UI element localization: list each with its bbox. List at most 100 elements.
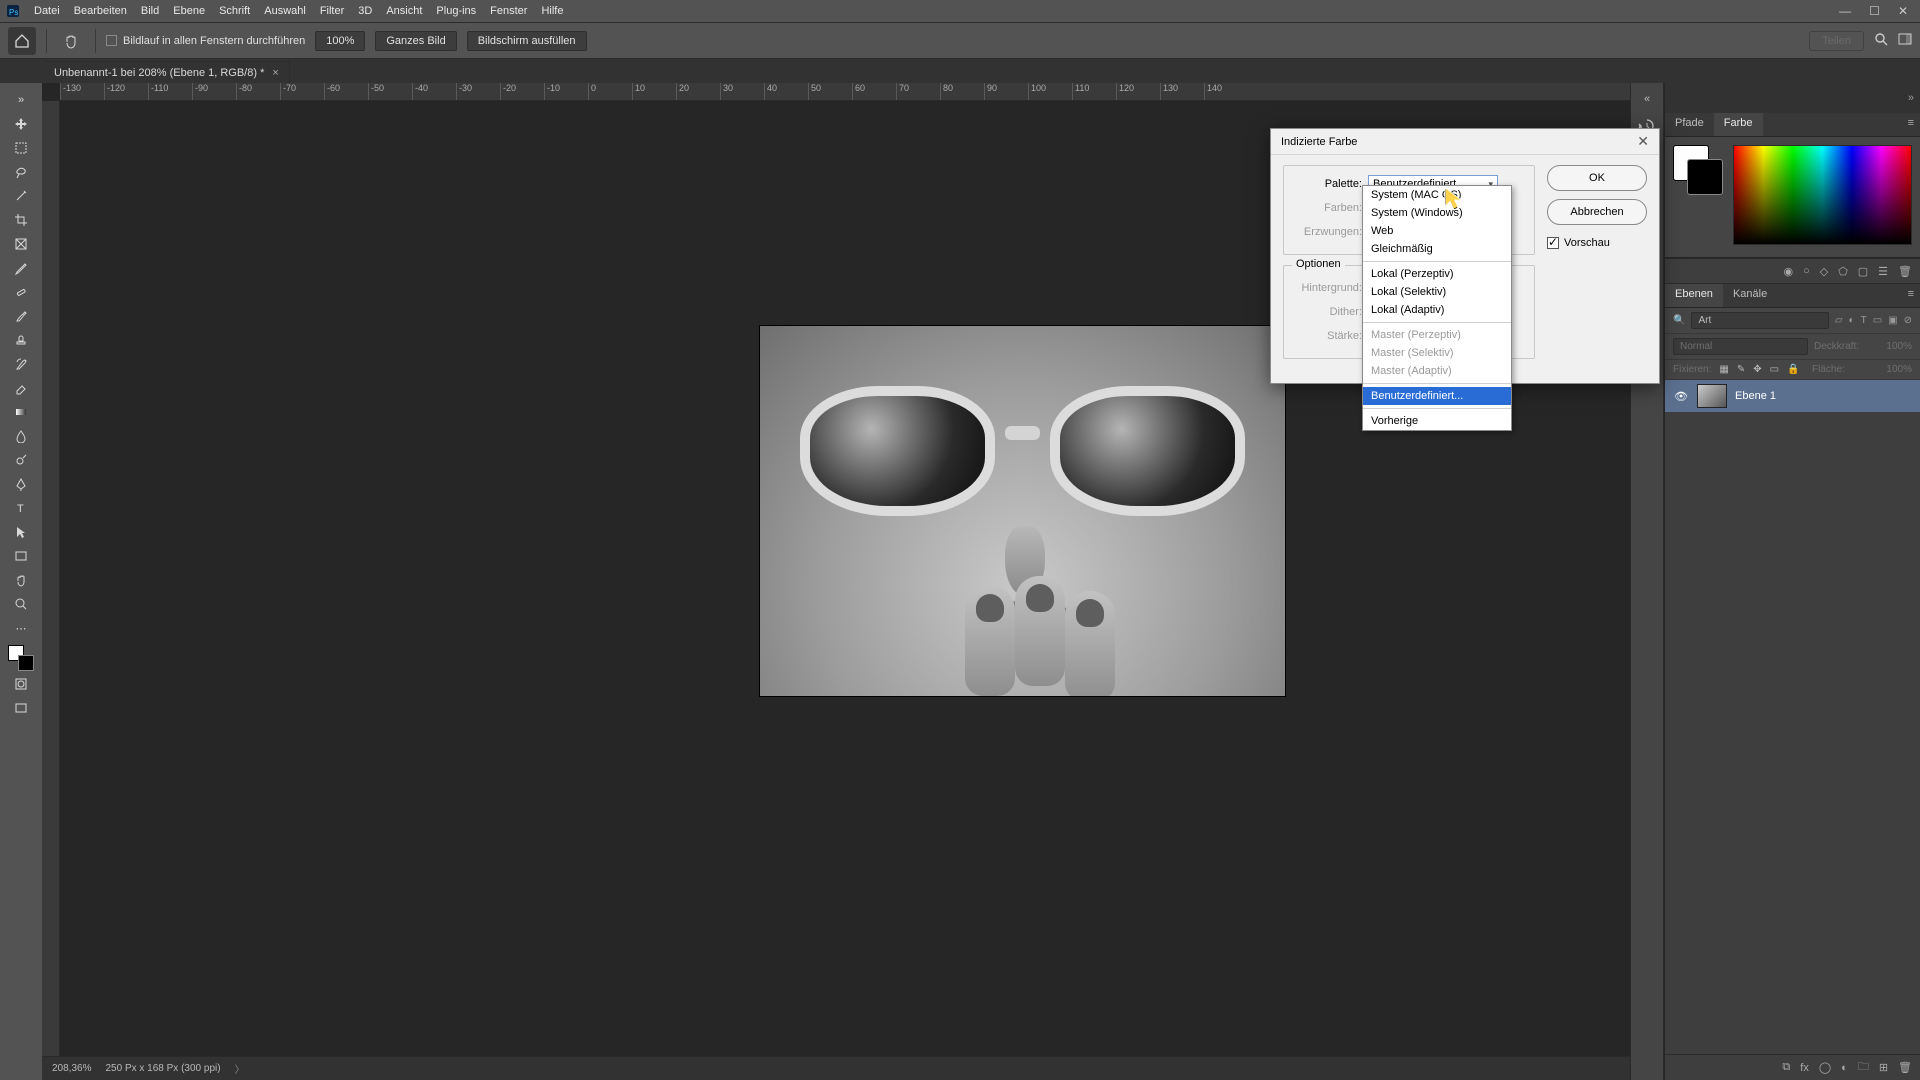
filter-type-icon[interactable]: T — [1861, 315, 1867, 326]
search-icon[interactable] — [1874, 32, 1888, 49]
square-icon[interactable]: ▢ — [1858, 265, 1868, 278]
menu-auswahl[interactable]: Auswahl — [264, 5, 306, 17]
home-button[interactable] — [8, 27, 36, 55]
screenmode-icon[interactable] — [10, 697, 32, 719]
dropdown-option[interactable]: Vorherige — [1363, 412, 1511, 430]
menu-datei[interactable]: Datei — [34, 5, 60, 17]
rectangle-tool-icon[interactable] — [10, 545, 32, 567]
brush-tool-icon[interactable] — [10, 305, 32, 327]
dropdown-option[interactable]: System (Windows) — [1363, 204, 1511, 222]
layer-thumbnail[interactable] — [1697, 384, 1727, 408]
new-layer-icon[interactable]: ⊞ — [1879, 1061, 1888, 1074]
fill-value[interactable]: 100% — [1868, 364, 1912, 375]
dodge-tool-icon[interactable] — [10, 449, 32, 471]
dropdown-option[interactable]: Gleichmäßig — [1363, 240, 1511, 258]
filter-smart-icon[interactable]: ▣ — [1888, 315, 1897, 326]
gradient-tool-icon[interactable] — [10, 401, 32, 423]
tab-farbe[interactable]: Farbe — [1714, 113, 1763, 136]
menu-3d[interactable]: 3D — [358, 5, 372, 17]
quickmask-icon[interactable] — [10, 673, 32, 695]
type-tool-icon[interactable]: T — [10, 497, 32, 519]
panel-menu-icon[interactable]: ≡ — [1902, 284, 1920, 307]
menu-bearbeiten[interactable]: Bearbeiten — [74, 5, 127, 17]
polygon-icon[interactable]: ⬠ — [1838, 265, 1848, 278]
layer-filter-select[interactable]: Art — [1691, 312, 1828, 329]
circle-icon[interactable]: ○ — [1803, 265, 1810, 277]
hand-tool-icon[interactable] — [57, 27, 85, 55]
lock-position-icon[interactable]: ✥ — [1753, 364, 1761, 375]
trash-icon[interactable]: 🗑 — [1898, 265, 1912, 278]
collapse-toggle-icon[interactable]: « — [1644, 93, 1650, 105]
scroll-all-checkbox[interactable]: Bildlauf in allen Fenstern durchführen — [106, 35, 305, 47]
tab-kanaele[interactable]: Kanäle — [1723, 284, 1777, 307]
pen-tool-icon[interactable] — [10, 473, 32, 495]
zoom-nav-tool-icon[interactable] — [10, 593, 32, 615]
path-select-tool-icon[interactable] — [10, 521, 32, 543]
menu-plugins[interactable]: Plug-ins — [436, 5, 476, 17]
minimize-icon[interactable]: ― — [1839, 4, 1851, 18]
dropdown-option[interactable]: Lokal (Selektiv) — [1363, 283, 1511, 301]
status-zoom[interactable]: 208,36% — [52, 1063, 91, 1074]
background-swatch[interactable] — [18, 655, 34, 671]
eyedropper-tool-icon[interactable] — [10, 257, 32, 279]
delete-layer-icon[interactable]: 🗑 — [1898, 1061, 1912, 1074]
dropdown-option[interactable]: System (MAC OS) — [1363, 186, 1511, 204]
maximize-icon[interactable]: ☐ — [1869, 4, 1880, 18]
wand-tool-icon[interactable] — [10, 185, 32, 207]
filter-adjust-icon[interactable]: ◐ — [1849, 315, 1855, 326]
hand-nav-tool-icon[interactable] — [10, 569, 32, 591]
fit-screen-button[interactable]: Ganzes Bild — [375, 31, 456, 51]
tab-ebenen[interactable]: Ebenen — [1665, 284, 1723, 307]
circle-dot-icon[interactable]: ◉ — [1783, 265, 1793, 278]
adjustment-icon[interactable]: ◐ — [1841, 1062, 1848, 1074]
layer-name[interactable]: Ebene 1 — [1735, 390, 1776, 402]
cancel-button[interactable]: Abbrechen — [1547, 199, 1647, 225]
tab-pfade[interactable]: Pfade — [1665, 113, 1714, 136]
crop-tool-icon[interactable] — [10, 209, 32, 231]
lock-paint-icon[interactable]: ✎ — [1737, 364, 1745, 375]
stamp-tool-icon[interactable] — [10, 329, 32, 351]
close-icon[interactable]: ✕ — [1898, 4, 1908, 18]
document-tab[interactable]: Unbenannt-1 bei 208% (Ebene 1, RGB/8) * … — [44, 61, 290, 83]
panel-color-swatches[interactable] — [1673, 145, 1723, 195]
search-icon[interactable]: 🔍 — [1673, 315, 1685, 326]
color-swatches[interactable] — [8, 645, 34, 671]
history-brush-tool-icon[interactable] — [10, 353, 32, 375]
menu-schrift[interactable]: Schrift — [219, 5, 250, 17]
status-doc-info[interactable]: 250 Px x 168 Px (300 ppi) — [105, 1063, 220, 1074]
group-icon[interactable]: 🗀 — [1858, 1058, 1869, 1077]
ruler-vertical[interactable] — [42, 101, 60, 1056]
tab-close-icon[interactable]: × — [272, 67, 278, 79]
layer-row[interactable]: 👁 Ebene 1 — [1665, 380, 1920, 412]
menu-ebene[interactable]: Ebene — [173, 5, 205, 17]
blend-mode-select[interactable]: Normal — [1673, 338, 1808, 355]
filter-shape-icon[interactable]: ▭ — [1873, 315, 1882, 326]
collapse-arrows-icon[interactable]: » — [10, 89, 32, 111]
filter-image-icon[interactable]: ▱ — [1835, 315, 1843, 326]
dropdown-option[interactable]: Lokal (Adaptiv) — [1363, 301, 1511, 319]
ruler-horizontal[interactable]: -130 -120 -110 -90 -80 -70 -60 -50 -40 -… — [60, 83, 1630, 101]
marquee-tool-icon[interactable] — [10, 137, 32, 159]
hue-picker[interactable] — [1733, 145, 1912, 245]
panel-menu-icon[interactable]: ≡ — [1902, 113, 1920, 136]
opacity-value[interactable]: 100% — [1868, 341, 1912, 352]
heal-tool-icon[interactable] — [10, 281, 32, 303]
dialog-titlebar[interactable]: Indizierte Farbe ✕ — [1271, 129, 1659, 155]
visibility-icon[interactable]: 👁 — [1673, 390, 1689, 403]
menu-bild[interactable]: Bild — [141, 5, 159, 17]
dropdown-option[interactable]: Lokal (Perzeptiv) — [1363, 265, 1511, 283]
blur-tool-icon[interactable] — [10, 425, 32, 447]
filter-toggle-icon[interactable]: ⊘ — [1904, 315, 1912, 326]
lock-all-icon[interactable]: 🔒 — [1787, 364, 1799, 375]
preview-checkbox[interactable]: Vorschau — [1547, 237, 1647, 249]
dropdown-option-selected[interactable]: Benutzerdefiniert... — [1363, 387, 1511, 405]
panel-collapse-icon[interactable]: » — [1665, 83, 1920, 113]
layers-empty-area[interactable] — [1665, 412, 1920, 1054]
menu-fenster[interactable]: Fenster — [490, 5, 527, 17]
menu-hilfe[interactable]: Hilfe — [541, 5, 563, 17]
lasso-tool-icon[interactable] — [10, 161, 32, 183]
diamond-icon[interactable]: ◇ — [1820, 265, 1828, 278]
mask-icon[interactable]: ◯ — [1819, 1061, 1831, 1074]
menu-ansicht[interactable]: Ansicht — [386, 5, 422, 17]
sliders-icon[interactable]: ☰ — [1878, 265, 1888, 278]
